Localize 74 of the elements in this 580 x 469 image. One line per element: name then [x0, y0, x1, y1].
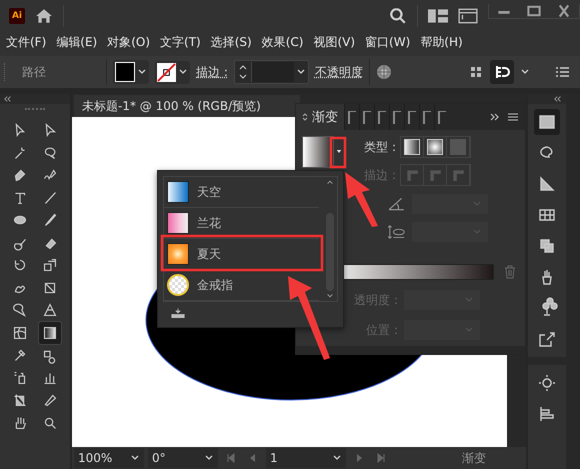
- menu-item[interactable]: 窗口(W): [365, 34, 410, 50]
- preset-item[interactable]: 夏天: [164, 239, 319, 270]
- align-grid-icon[interactable]: [468, 64, 484, 80]
- panel-tab[interactable]: 渐变: [296, 104, 344, 130]
- collapsed-tab[interactable]: [434, 104, 449, 130]
- collapsed-tab[interactable]: [344, 104, 359, 130]
- home-icon[interactable]: [35, 7, 53, 25]
- workspace-icon[interactable]: [428, 8, 448, 24]
- search-icon[interactable]: [389, 7, 407, 25]
- menu-item[interactable]: 文件(F): [6, 34, 46, 50]
- transform-button[interactable]: [490, 60, 514, 84]
- collapsed-panel-label[interactable]: 渐变: [462, 450, 486, 466]
- collapse-icon[interactable]: [4, 96, 12, 102]
- zoom-field[interactable]: 100%: [74, 448, 144, 468]
- menu-item[interactable]: 对象(O): [107, 34, 150, 50]
- collapsed-tab[interactable]: [374, 104, 389, 130]
- type-label: 类型 :: [363, 138, 396, 156]
- menu-item[interactable]: 效果(C): [262, 34, 304, 50]
- aspect-ratio-icon: [388, 224, 406, 240]
- collapsed-tab[interactable]: [389, 104, 404, 130]
- scrollbar[interactable]: [324, 179, 336, 299]
- gradient-preview[interactable]: [302, 136, 334, 168]
- preset-name: 天空: [197, 184, 221, 200]
- menu-item[interactable]: 帮助(H): [420, 34, 463, 50]
- menu-item[interactable]: 视图(V): [313, 34, 356, 50]
- preset-name: 夏天: [197, 246, 221, 262]
- menu-item[interactable]: 选择(S): [210, 34, 252, 50]
- preset-item[interactable]: 兰花: [164, 208, 319, 239]
- collapsed-tab[interactable]: [404, 104, 419, 130]
- scroll-down-icon[interactable]: [326, 293, 334, 299]
- sort-icon[interactable]: [302, 112, 308, 122]
- preset-name: 兰花: [197, 214, 221, 232]
- collapsed-tab[interactable]: [419, 104, 434, 130]
- app-logo: Ai: [9, 8, 25, 24]
- gradient-icon[interactable]: [39, 322, 61, 344]
- recolor-icon[interactable]: [376, 64, 392, 80]
- screen-mode-icon[interactable]: [458, 8, 478, 24]
- document-tab[interactable]: 未标题-1* @ 100 % (RGB/预览): [74, 95, 300, 117]
- angle-field[interactable]: [412, 194, 488, 214]
- collapsed-tab[interactable]: [359, 104, 374, 130]
- panel-tab-label[interactable]: 渐变: [312, 108, 338, 126]
- preset-item[interactable]: 天空: [164, 177, 319, 208]
- preset-swatch: [167, 181, 189, 203]
- highlight-frame: [330, 136, 346, 168]
- preset-swatch: [167, 212, 189, 234]
- gradient-ramp[interactable]: [342, 264, 494, 280]
- rotation-field[interactable]: 0°: [148, 448, 218, 468]
- menu-item[interactable]: 文字(T): [160, 34, 201, 50]
- object-type-label: 路径: [21, 64, 47, 80]
- page-field[interactable]: 1: [266, 448, 346, 468]
- gradient-icon[interactable]: [534, 109, 560, 135]
- collapse-icon[interactable]: [554, 96, 562, 102]
- panel-menu-icon[interactable]: [507, 112, 519, 122]
- opacity-label[interactable]: 不透明度: [314, 64, 363, 80]
- import-icon[interactable]: [171, 308, 185, 318]
- opacity-field[interactable]: [404, 290, 480, 310]
- aspect-ratio-field[interactable]: [412, 222, 488, 242]
- fill-swatch[interactable]: [113, 60, 149, 84]
- no-stroke-icon[interactable]: [157, 62, 176, 82]
- linear-gradient-button[interactable]: [401, 137, 424, 157]
- preset-name: 金戒指: [197, 276, 233, 294]
- angle-icon: [388, 196, 406, 212]
- transform-icon[interactable]: [494, 64, 510, 80]
- preset-swatch: [167, 274, 189, 296]
- stroke-label[interactable]: 描边 :: [196, 64, 228, 80]
- scroll-up-icon[interactable]: [326, 179, 334, 185]
- stroke-swatch[interactable]: [155, 60, 190, 84]
- position-field[interactable]: [404, 320, 480, 340]
- stroke-weight-field[interactable]: [234, 60, 309, 84]
- expand-icon[interactable]: [489, 112, 501, 122]
- menu-item[interactable]: 编辑(E): [56, 34, 98, 50]
- caret-icon[interactable]: [336, 148, 342, 154]
- radial-gradient-button[interactable]: [424, 137, 447, 157]
- preset-swatch: [167, 243, 189, 265]
